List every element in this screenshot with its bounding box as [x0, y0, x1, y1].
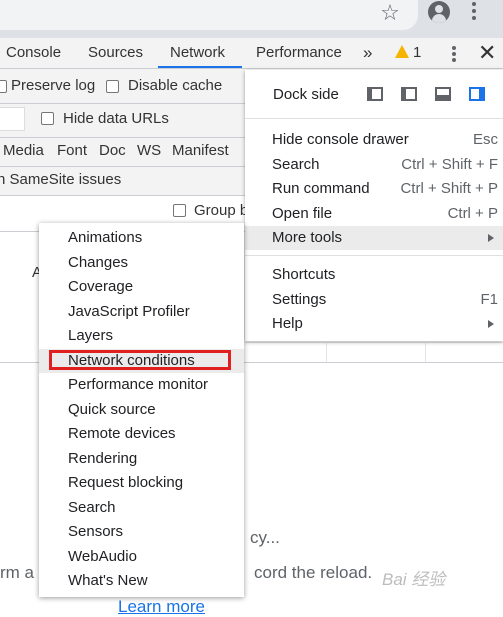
hint-text-right: cord the reload.: [254, 563, 373, 582]
submenu-item-remote-devices[interactable]: Remote devices: [39, 422, 244, 446]
close-devtools-button[interactable]: ✕: [478, 38, 496, 68]
submenu-item-quick-source[interactable]: Quick source: [39, 398, 244, 422]
menu-item-open-file[interactable]: Open file Ctrl + P: [245, 202, 503, 226]
learn-more-link[interactable]: Learn more: [118, 597, 205, 617]
submenu-item-label: Remote devices: [68, 425, 176, 442]
submenu-item-label: Layers: [68, 327, 114, 344]
hint-text-left: rm a: [0, 563, 34, 582]
menu-item-shortcuts[interactable]: Shortcuts: [245, 263, 503, 287]
watermark-text: Bai 经验: [382, 570, 446, 589]
submenu-item-label: Rendering: [68, 450, 138, 467]
menu-item-label: Settings: [272, 291, 327, 308]
preserve-log-label: Preserve log: [11, 77, 96, 94]
devtools-tab-bar: [0, 38, 503, 69]
submenu-item-label: Performance monitor: [68, 376, 209, 393]
filter-manifest[interactable]: Manifest: [172, 142, 229, 159]
submenu-item-label: Coverage: [68, 278, 134, 295]
filter-media[interactable]: Media: [3, 142, 44, 159]
menu-item-shortcut: Ctrl + P: [447, 205, 498, 222]
dock-bottom-icon[interactable]: [435, 87, 451, 101]
submenu-item-label: WebAudio: [68, 548, 137, 565]
submenu-item-label: Changes: [68, 254, 129, 271]
submenu-arrow-icon: [488, 234, 494, 242]
devtools-menu-icon[interactable]: [447, 38, 461, 68]
bookmark-star-icon[interactable]: ☆: [377, 0, 403, 26]
menu-item-label: Shortcuts: [272, 266, 336, 283]
dock-undock-icon[interactable]: [367, 87, 383, 101]
active-tab-indicator: [158, 66, 242, 68]
submenu-item-label: Sensors: [68, 523, 124, 540]
menu-item-settings[interactable]: Settings F1: [245, 288, 503, 312]
tab-performance[interactable]: Performance: [256, 38, 342, 68]
menu-divider: [245, 118, 503, 119]
tab-network[interactable]: Network: [170, 38, 225, 68]
warning-icon[interactable]: [395, 45, 409, 58]
submenu-item-webaudio[interactable]: WebAudio: [39, 545, 244, 569]
submenu-item-javascript-profiler[interactable]: JavaScript Profiler: [39, 300, 244, 324]
submenu-arrow-icon: [488, 320, 494, 328]
menu-item-label: Hide console drawer: [272, 131, 409, 148]
hide-data-urls-label: Hide data URLs: [63, 110, 169, 127]
annotation-highlight-box: [49, 350, 231, 370]
tab-sources[interactable]: Sources: [88, 38, 143, 68]
submenu-item-changes[interactable]: Changes: [39, 251, 244, 275]
dock-right-icon[interactable]: [469, 87, 485, 101]
menu-item-more-tools[interactable]: More tools: [245, 226, 503, 250]
profile-avatar-icon[interactable]: [428, 1, 450, 23]
menu-item-label: Search: [272, 156, 320, 173]
address-bar[interactable]: [0, 0, 418, 30]
submenu-item-label: Animations: [68, 229, 143, 246]
chrome-menu-icon[interactable]: [466, 0, 482, 26]
filter-input[interactable]: [0, 107, 25, 131]
submenu-item-animations[interactable]: Animations: [39, 226, 244, 250]
grid-divider: [425, 342, 426, 362]
menu-item-shortcut: Ctrl + Shift + P: [400, 180, 498, 197]
submenu-item-label: What's New: [68, 572, 148, 589]
menu-item-shortcut: Ctrl + Shift + F: [401, 156, 498, 173]
group-by-frame-label: Group b: [194, 202, 249, 219]
menu-divider: [245, 255, 503, 256]
menu-item-shortcut: F1: [480, 291, 498, 308]
submenu-item-performance-monitor[interactable]: Performance monitor: [39, 373, 244, 397]
submenu-item-sensors[interactable]: Sensors: [39, 520, 244, 544]
group-by-frame-checkbox[interactable]: [173, 204, 186, 217]
submenu-item-label: JavaScript Profiler: [68, 303, 190, 320]
menu-item-shortcut: Esc: [472, 131, 498, 148]
menu-item-help[interactable]: Help: [245, 312, 503, 336]
warning-count[interactable]: 1: [413, 38, 421, 68]
dock-left-icon[interactable]: [401, 87, 417, 101]
disable-cache-label: Disable cache: [128, 77, 223, 94]
submenu-item-label: Quick source: [68, 401, 156, 418]
hide-data-urls-checkbox[interactable]: [41, 112, 54, 125]
submenu-item-request-blocking[interactable]: Request blocking: [39, 471, 244, 495]
menu-item-label: More tools: [272, 229, 343, 246]
recording-text: cy...: [250, 528, 280, 547]
menu-item-label: Open file: [272, 205, 333, 222]
filter-doc[interactable]: Doc: [99, 142, 126, 159]
submenu-item-search[interactable]: Search: [39, 496, 244, 520]
menu-item-search[interactable]: Search Ctrl + Shift + F: [245, 153, 503, 177]
disable-cache-checkbox[interactable]: [106, 80, 119, 93]
submenu-item-coverage[interactable]: Coverage: [39, 275, 244, 299]
grid-divider: [326, 342, 327, 362]
menu-item-run-command[interactable]: Run command Ctrl + Shift + P: [245, 177, 503, 201]
submenu-item-layers[interactable]: Layers: [39, 324, 244, 348]
samesite-label[interactable]: h SameSite issues: [0, 171, 121, 188]
tab-console[interactable]: Console: [6, 38, 61, 68]
grid-row: [245, 342, 503, 363]
dock-side-label: Dock side: [273, 86, 339, 103]
menu-item-hide-console-drawer[interactable]: Hide console drawer Esc: [245, 128, 503, 152]
submenu-item-rendering[interactable]: Rendering: [39, 447, 244, 471]
menu-item-label: Help: [272, 315, 303, 332]
submenu-item-whats-new[interactable]: What's New: [39, 569, 244, 593]
filter-ws[interactable]: WS: [137, 142, 161, 159]
submenu-item-label: Search: [68, 499, 116, 516]
more-tabs-button[interactable]: »: [363, 38, 372, 68]
filter-font[interactable]: Font: [57, 142, 87, 159]
preserve-log-checkbox[interactable]: [0, 80, 7, 93]
submenu-item-label: Request blocking: [68, 474, 184, 491]
menu-item-label: Run command: [272, 180, 370, 197]
